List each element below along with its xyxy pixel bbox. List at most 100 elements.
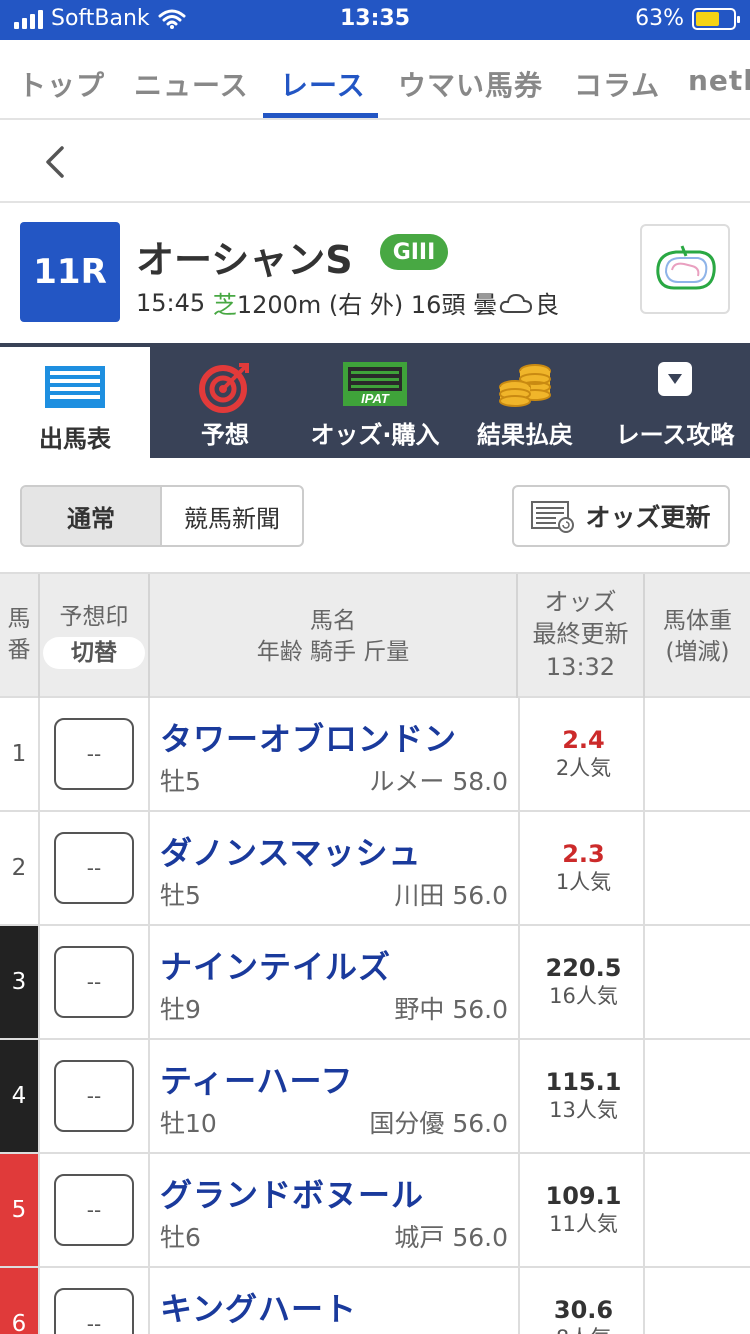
jockey-weight[interactable]: ルメー 58.0 <box>369 762 508 798</box>
popularity: 13人気 <box>549 1098 618 1122</box>
header-odds-time: 13:32 <box>545 652 616 681</box>
jockey-weight[interactable]: 城戸 56.0 <box>394 1218 508 1254</box>
race-distance: 1200m (右 外) <box>236 291 404 319</box>
battery-icon <box>692 7 740 30</box>
menu-prediction[interactable]: 予想 <box>150 343 300 458</box>
table-row[interactable]: 5 -- グランドボヌール牡6 城戸 56.0 109.1 11人気 <box>0 1154 750 1268</box>
horse-weight-cell <box>645 1268 750 1334</box>
table-row[interactable]: 2 -- ダノンスマッシュ 牡5 川田 56.0 2.3 1人気 <box>0 812 750 926</box>
menu-label: 出馬表 <box>39 425 111 453</box>
odds-value: 2.4 <box>562 726 605 754</box>
popularity: 8人気 <box>520 1322 647 1334</box>
race-number-badge: 11R <box>20 222 120 322</box>
header-weight-sub: (増減) <box>665 639 730 666</box>
ipat-icon: IPAT <box>343 362 407 406</box>
race-runners: 16頭 <box>410 291 466 319</box>
horse-name-link[interactable]: ナインテイルズ <box>160 942 391 988</box>
menu-odds-purchase[interactable]: IPAT オッズ·購入 <box>300 343 450 458</box>
prediction-mark-button[interactable]: -- <box>54 1288 134 1334</box>
odds-value: 109.1 <box>545 1182 622 1210</box>
horse-name-link[interactable]: タワーオブロンドン <box>160 714 457 760</box>
prediction-mark-button[interactable]: -- <box>54 1060 134 1132</box>
horse-weight-cell <box>645 698 750 810</box>
odds-value: 115.1 <box>545 1068 622 1096</box>
coins-icon <box>499 364 551 407</box>
menu-label: 予想 <box>201 421 249 449</box>
target-icon <box>199 363 249 413</box>
header-name: 馬名 年齢 騎手 斤量 <box>150 574 518 698</box>
header-weight: 馬体重 (増減) <box>645 574 750 698</box>
menu-label: オッズ·購入 <box>310 421 440 449</box>
odds-update-button[interactable]: オッズ更新 <box>512 485 730 547</box>
cloud-icon <box>499 293 533 313</box>
race-name: オーシャンS <box>136 238 353 282</box>
table-row[interactable]: 4 -- ティーハーフ牡10 国分優 56.0 115.1 13人気 <box>0 1040 750 1154</box>
top-nav: トップ ニュース レース ウマい馬券 コラム netk <box>0 40 750 120</box>
refresh-table-icon <box>531 501 575 533</box>
horse-sex-age: 牡6 <box>160 1223 201 1252</box>
horse-sex-age: 牡9 <box>160 995 201 1024</box>
active-tab-indicator <box>263 113 378 118</box>
header-mark: 予想印 切替 <box>40 574 150 698</box>
svg-text:IPAT: IPAT <box>361 391 390 406</box>
odds-value: 2.3 <box>562 840 605 868</box>
horse-sex-age: 牡10 <box>160 1109 217 1138</box>
odds-cell: 109.1 11人気 <box>518 1154 645 1266</box>
horse-number: 4 <box>0 1040 40 1152</box>
odds-cell: 2.3 1人気 <box>518 812 645 924</box>
jockey-weight[interactable]: 野中 56.0 <box>394 990 508 1026</box>
header-weight-label: 馬体重 <box>663 608 732 634</box>
prediction-mark-button[interactable]: -- <box>54 946 134 1018</box>
horse-name-link[interactable]: ティーハーフ <box>160 1056 354 1102</box>
status-bar: SoftBank 13:35 63% <box>0 0 750 40</box>
tab-umai-baken[interactable]: ウマい馬券 <box>398 64 543 104</box>
header-name-sub: 年齢 騎手 斤量 <box>256 639 410 666</box>
entry-table-icon <box>45 366 105 408</box>
menu-label: レース攻略 <box>615 421 735 449</box>
menu-entry-table[interactable]: 出馬表 <box>0 343 150 458</box>
tab-race[interactable]: レース <box>280 64 366 104</box>
race-time: 15:45 <box>136 288 206 317</box>
course-map-icon <box>656 245 716 290</box>
table-row[interactable]: 1 -- タワーオブロンドン 牡5 ルメー 58.0 2.4 2人気 <box>0 698 750 812</box>
mark-cell: -- <box>40 1154 150 1266</box>
table-row[interactable]: 6 -- キングハート 30.68人気 <box>0 1268 750 1334</box>
horse-name-link[interactable]: ダノンスマッシュ <box>160 828 421 874</box>
jockey-weight[interactable]: 国分優 56.0 <box>369 1104 508 1140</box>
race-header: 11R オーシャンS GIII 15:45 芝 1200m (右 外) 16頭 曇… <box>0 203 750 343</box>
odds-cell: 30.68人気 <box>518 1268 645 1334</box>
race-info: 15:45 芝 1200m (右 外) 16頭 曇 良 <box>136 285 559 320</box>
popularity: 16人気 <box>549 984 618 1008</box>
odds-value: 220.5 <box>545 954 622 982</box>
back-chevron-icon[interactable] <box>40 142 70 182</box>
horse-number: 2 <box>0 812 40 924</box>
table-header: 馬番 予想印 切替 馬名 年齢 騎手 斤量 オッズ 最終更新 13:32 馬体重… <box>0 572 750 698</box>
mark-cell: -- <box>40 926 150 1038</box>
menu-results-payout[interactable]: 結果払戻 <box>450 343 600 458</box>
menu-race-strategy[interactable]: レース攻略 <box>600 343 750 458</box>
tab-news[interactable]: ニュース <box>134 64 249 104</box>
horse-number: 1 <box>0 698 40 810</box>
tab-column[interactable]: コラム <box>574 64 660 104</box>
prediction-mark-button[interactable]: -- <box>54 1174 134 1246</box>
mark-switch-button[interactable]: 切替 <box>43 637 145 670</box>
battery-percent: 63% <box>635 6 684 31</box>
horse-name-link[interactable]: グランドボヌール <box>160 1170 424 1216</box>
back-bar <box>0 120 750 203</box>
view-newspaper-button[interactable]: 競馬新聞 <box>162 487 302 545</box>
prediction-mark-button[interactable]: -- <box>54 832 134 904</box>
jockey-weight[interactable]: 川田 56.0 <box>394 876 508 912</box>
table-row[interactable]: 3 -- ナインテイルズ牡9 野中 56.0 220.5 16人気 <box>0 926 750 1040</box>
horse-number: 5 <box>0 1154 40 1266</box>
header-odds: オッズ 最終更新 13:32 <box>518 574 645 698</box>
horse-sex-age: 牡5 <box>160 767 201 796</box>
horse-name-link[interactable]: キングハート <box>160 1284 357 1330</box>
tab-netk[interactable]: netk <box>688 64 750 97</box>
race-weather: 曇 <box>473 291 498 319</box>
tab-top[interactable]: トップ <box>18 64 105 104</box>
prediction-mark-button[interactable]: -- <box>54 718 134 790</box>
header-odds-sub: 最終更新 <box>532 620 629 649</box>
horse-number: 3 <box>0 926 40 1038</box>
view-normal-button[interactable]: 通常 <box>22 487 162 545</box>
course-map-button[interactable] <box>640 224 730 314</box>
